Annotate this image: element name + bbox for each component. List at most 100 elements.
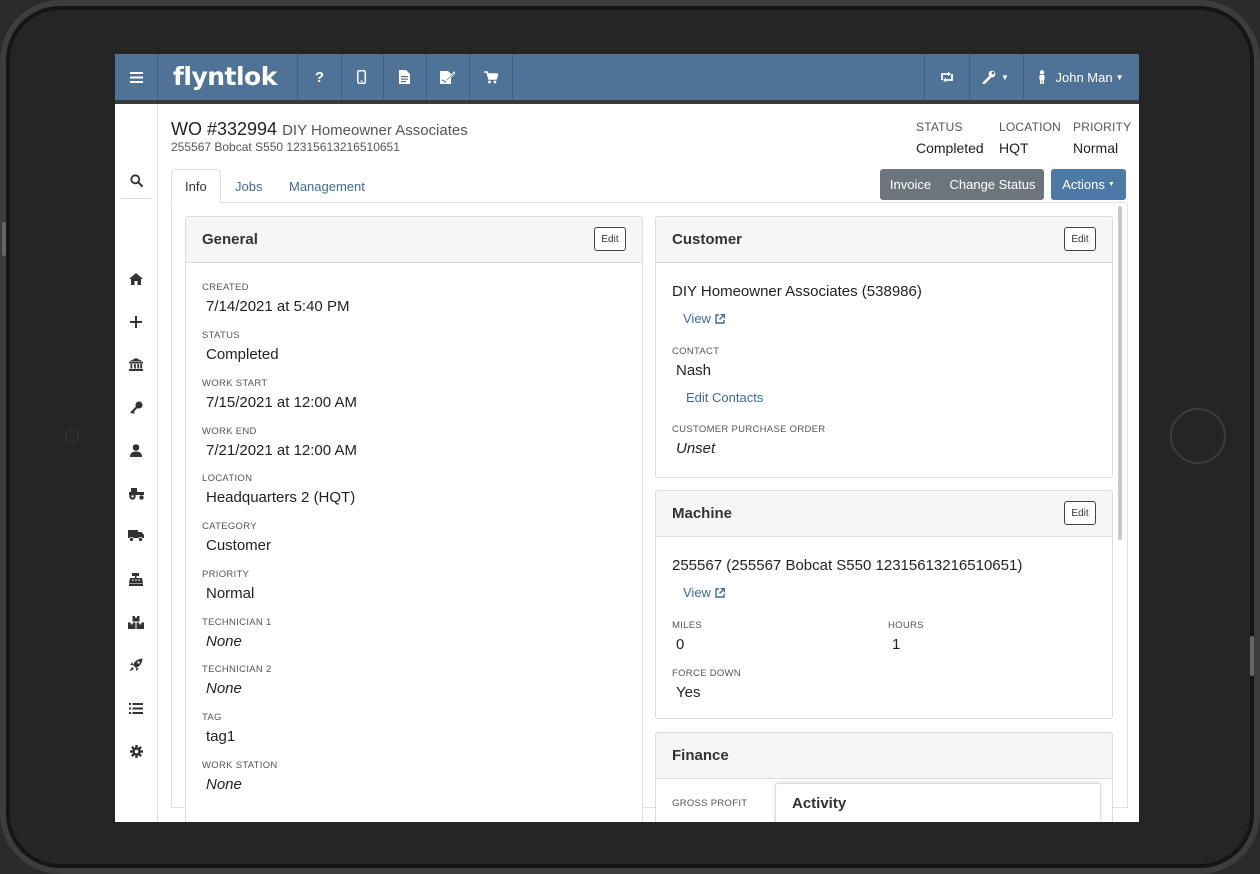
edit-contacts-link[interactable]: Edit Contacts [686,390,763,405]
field-value: 7/21/2021 at 12:00 AM [206,442,357,459]
miles-value: 0 [676,636,685,653]
invoice-button[interactable]: Invoice [880,169,941,200]
sidebar-item-list[interactable] [115,697,157,719]
customer-name: DIY Homeowner Associates (538986) [672,283,922,300]
app-screen: flyntlok ? ▼ John Man ▼ WO #332994 DIY H… [115,54,1139,822]
menu-toggle[interactable] [115,54,158,100]
user-menu[interactable]: John Man ▼ [1023,54,1139,100]
customer-edit-button[interactable]: Edit [1064,227,1096,251]
truck-icon [128,530,144,542]
field-value: Headquarters 2 (HQT) [206,489,356,506]
cart-button[interactable] [469,54,513,100]
sidebar-item-add[interactable] [115,311,157,333]
bank-icon [129,357,143,371]
change-status-button[interactable]: Change Status [941,169,1044,200]
work-order-customer: DIY Homeowner Associates [282,122,468,139]
machine-edit-button[interactable]: Edit [1064,501,1096,525]
activity-panel[interactable]: Activity [775,783,1101,822]
field-label: WORK START [202,378,268,389]
field-value: 7/15/2021 at 12:00 AM [206,394,357,411]
sidebar-item-equipment[interactable] [115,482,157,504]
machine-card: Machine Edit 255567 (255567 Bobcat S550 … [655,490,1113,719]
field-value: Customer [206,537,272,554]
field-label: LOCATION [202,473,253,484]
customer-view-link[interactable]: View [683,311,725,326]
cash-register-icon [129,572,143,586]
power-button [1250,636,1254,676]
gear-icon [129,744,143,758]
retweet-icon [941,71,953,83]
field-value: None [206,633,242,650]
field-value: Completed [206,346,279,363]
machine-title: Machine [672,505,733,522]
general-card-header: General Edit [186,217,642,263]
top-navbar: flyntlok ? ▼ John Man ▼ [115,54,1139,104]
hamburger-icon [129,71,143,83]
customer-title: Customer [672,231,743,248]
field-value: None [206,776,242,793]
field-label: CREATED [202,282,249,293]
page-title: WO #332994 DIY Homeowner Associates [171,119,468,140]
content-scrollbar[interactable] [1118,206,1122,540]
customer-card: Customer Edit DIY Homeowner Associates (… [655,216,1113,478]
machine-card-header: Machine Edit [656,491,1112,537]
hours-label: HOURS [888,620,924,631]
sidebar-item-customers[interactable] [115,439,157,461]
sidebar-item-shipping[interactable] [115,525,157,547]
field-label: TAG [202,712,222,723]
external-link-icon [715,313,725,324]
status-label: STATUS [916,120,963,134]
sidebar-item-launch[interactable] [115,654,157,676]
signature-button[interactable] [426,54,470,100]
po-label: CUSTOMER PURCHASE ORDER [672,424,826,435]
view-label: View [683,585,711,600]
field-value: Normal [206,585,255,602]
sidebar-search[interactable] [115,169,157,191]
field-value: None [206,680,242,697]
caret-down-icon: ▼ [1001,72,1009,82]
contact-value: Nash [676,362,712,379]
sidebar-item-inventory[interactable] [115,611,157,633]
mobile-button[interactable] [340,54,384,100]
caret-down-icon: ▼ [1115,72,1124,82]
user-icon [130,443,142,457]
force-down-value: Yes [676,684,701,701]
tools-dropdown[interactable]: ▼ [968,54,1024,100]
app-logo[interactable]: flyntlok [173,60,277,94]
sidebar-item-register[interactable] [115,568,157,590]
header-location: LOCATION HQT [999,120,1061,156]
tab-management[interactable]: Management [276,169,378,203]
priority-label: PRIORITY [1073,120,1132,134]
activity-title: Activity [792,795,847,812]
actions-dropdown[interactable]: Actions ▼ [1051,169,1126,200]
tractor-icon [128,487,144,500]
plus-icon [130,316,142,328]
sidebar-item-bank[interactable] [115,353,157,375]
tab-jobs[interactable]: Jobs [222,169,275,203]
field-label: STATUS [202,330,240,341]
rocket-icon [129,658,143,672]
wrench-icon [982,70,996,84]
tab-info[interactable]: Info [171,169,221,203]
home-button [1170,408,1226,464]
field-value: 7/14/2021 at 5:40 PM [206,298,350,315]
field-label: WORK STATION [202,760,278,771]
machine-view-link[interactable]: View [683,585,725,600]
field-label: PRIORITY [202,569,250,580]
general-edit-button[interactable]: Edit [594,227,626,251]
field-label: TECHNICIAN 1 [202,617,272,628]
help-button[interactable]: ? [297,54,342,100]
sidebar-item-home[interactable] [115,268,157,290]
hours-value: 1 [892,636,901,653]
list-icon [129,702,143,714]
sidebar-item-keys[interactable] [115,396,157,418]
switch-button[interactable] [924,54,970,100]
document-button[interactable] [383,54,427,100]
shopping-cart-icon [483,70,498,83]
boxes-icon [128,615,144,629]
sidebar-item-settings[interactable] [115,740,157,762]
user-name: John Man [1055,69,1113,85]
camera-dot [65,429,79,443]
location-value: HQT [999,140,1029,156]
header-status: STATUS Completed [916,120,984,156]
